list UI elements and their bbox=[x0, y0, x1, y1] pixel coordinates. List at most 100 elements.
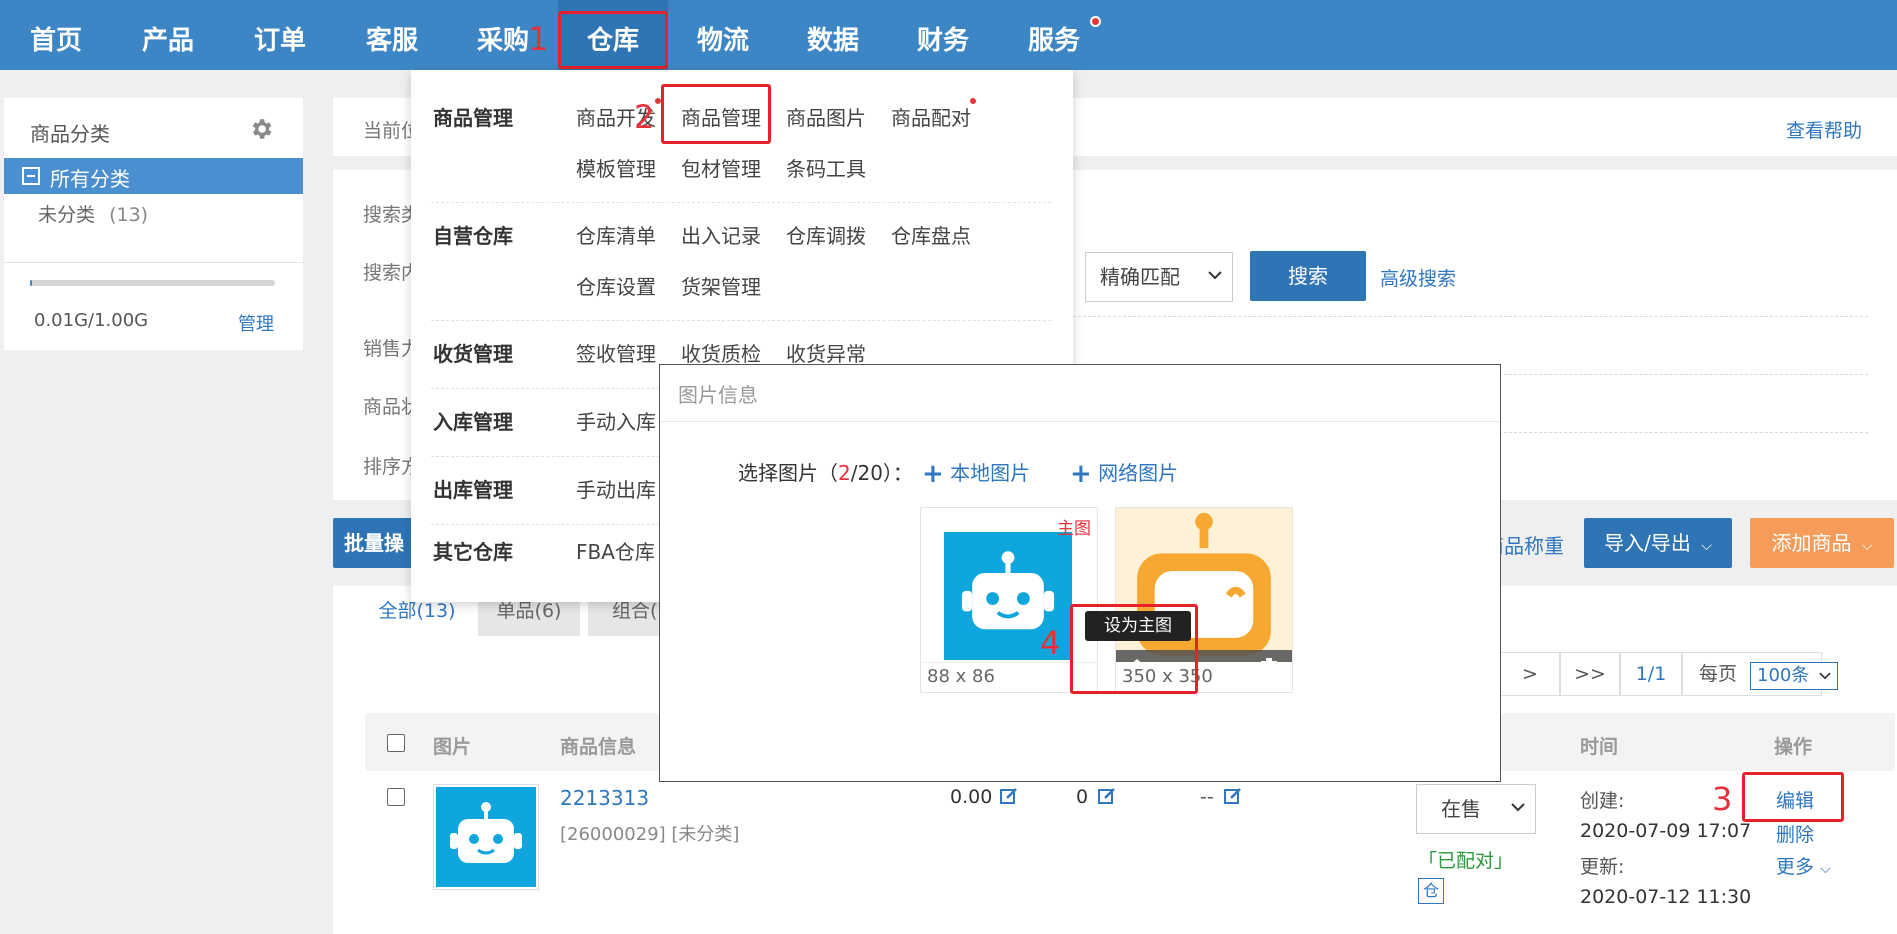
edit-icon[interactable] bbox=[1098, 787, 1116, 805]
row-updated-time: 2020-07-12 11:30 bbox=[1580, 886, 1752, 908]
row-extra: -- bbox=[1200, 786, 1242, 808]
modal-divider bbox=[660, 421, 1500, 422]
row-stock: 0 bbox=[1076, 786, 1116, 808]
row-more-link[interactable]: 更多 ⌵ bbox=[1776, 852, 1831, 879]
nav-home[interactable]: 首页 bbox=[0, 0, 112, 70]
new-dot bbox=[970, 98, 976, 104]
highlight-box-goods-manage bbox=[661, 84, 771, 144]
menu-item-warehouse-settings[interactable]: 仓库设置 bbox=[576, 271, 656, 300]
gear-icon[interactable] bbox=[248, 116, 274, 142]
per-page-select[interactable]: 100条 bbox=[1750, 662, 1838, 690]
menu-item-transfer[interactable]: 仓库调拨 bbox=[786, 220, 866, 249]
import-export-button[interactable]: 导入/导出 ⌵ bbox=[1584, 518, 1732, 568]
menu-item-fba[interactable]: FBA仓库 bbox=[576, 536, 655, 565]
annotation-1: 1 bbox=[528, 20, 549, 58]
top-nav: 首页 产品 订单 客服 采购 仓库 物流 数据 财务 服务 bbox=[0, 0, 1897, 70]
menu-item-receiving-exception[interactable]: 收货异常 bbox=[786, 338, 866, 367]
warehouse-tag-icon[interactable]: 仓 bbox=[1418, 878, 1444, 904]
category-all[interactable]: 所有分类 bbox=[4, 158, 303, 194]
annotation-3: 3 bbox=[1712, 780, 1733, 818]
chevron-down-icon: ⌵ bbox=[1820, 861, 1831, 877]
menu-item-shelves[interactable]: 货架管理 bbox=[681, 271, 761, 300]
import-export-label: 导入/导出 bbox=[1604, 531, 1691, 555]
storage-panel bbox=[4, 262, 303, 350]
highlight-box-warehouse bbox=[558, 11, 668, 69]
nav-service[interactable]: 客服 bbox=[336, 0, 448, 70]
row-updated-label: 更新: bbox=[1580, 856, 1625, 878]
select-images-count: 2 bbox=[838, 461, 851, 485]
menu-item-templates[interactable]: 模板管理 bbox=[576, 153, 656, 182]
edit-icon[interactable] bbox=[1000, 787, 1018, 805]
annotation-2: 2 bbox=[634, 98, 655, 136]
chevron-down-icon bbox=[1819, 672, 1831, 680]
menu-group-receiving: 收货管理 bbox=[433, 342, 513, 366]
category-title: 商品分类 bbox=[30, 122, 110, 146]
nav-services[interactable]: 服务 bbox=[998, 0, 1110, 70]
nav-products[interactable]: 产品 bbox=[112, 0, 224, 70]
storage-manage-link[interactable]: 管理 bbox=[238, 310, 274, 336]
menu-item-stocktake[interactable]: 仓库盘点 bbox=[891, 220, 971, 249]
category-all-label: 所有分类 bbox=[50, 167, 130, 191]
nav-logistics[interactable]: 物流 bbox=[668, 0, 778, 70]
chevron-down-icon bbox=[1208, 271, 1222, 280]
network-image-label: 网络图片 bbox=[1098, 461, 1179, 485]
header-image: 图片 bbox=[433, 736, 472, 758]
select-images-total: /20）： bbox=[850, 461, 913, 485]
row-delete-link[interactable]: 删除 bbox=[1776, 820, 1814, 847]
batch-ops-button[interactable]: 批量操 bbox=[333, 518, 415, 568]
row-created-label: 创建: bbox=[1580, 790, 1625, 812]
advanced-search-link[interactable]: 高级搜索 bbox=[1380, 264, 1456, 291]
menu-item-goods-images[interactable]: 商品图片 bbox=[786, 102, 866, 131]
row-more-label: 更多 bbox=[1776, 856, 1815, 878]
chevron-down-icon: ⌵ bbox=[1861, 538, 1873, 554]
per-page-label: 每页 bbox=[1699, 663, 1738, 685]
search-button[interactable]: 搜索 bbox=[1250, 251, 1366, 301]
row-paired-badge: 「已配对」 bbox=[1418, 850, 1514, 872]
header-ops: 操作 bbox=[1774, 736, 1813, 758]
notification-dot bbox=[1090, 16, 1101, 27]
pager-next[interactable]: > bbox=[1500, 652, 1560, 696]
nav-orders[interactable]: 订单 bbox=[224, 0, 336, 70]
local-image-label: 本地图片 bbox=[950, 461, 1031, 485]
edit-icon[interactable] bbox=[1223, 787, 1242, 805]
weigh-goods-link[interactable]: 商品称重 bbox=[1490, 530, 1564, 559]
network-image-button[interactable]: + 网络图片 bbox=[1070, 457, 1178, 489]
menu-item-manual-inbound[interactable]: 手动入库 bbox=[576, 406, 656, 435]
row-sku-link[interactable]: 2213313 bbox=[560, 786, 649, 810]
row-status-select[interactable]: 在售 bbox=[1416, 784, 1536, 834]
menu-item-barcode[interactable]: 条码工具 bbox=[786, 153, 866, 182]
pager-current: 1/1 bbox=[1620, 652, 1682, 696]
highlight-box-edit bbox=[1742, 772, 1844, 822]
row-thumbnail[interactable] bbox=[433, 784, 539, 890]
local-image-button[interactable]: + 本地图片 bbox=[922, 457, 1030, 489]
nav-finance[interactable]: 财务 bbox=[888, 0, 998, 70]
row-extra-value: -- bbox=[1200, 786, 1214, 808]
menu-group-inbound: 入库管理 bbox=[433, 410, 513, 434]
header-time: 时间 bbox=[1580, 736, 1619, 758]
row-price: 0.00 bbox=[950, 786, 1018, 808]
plus-icon: + bbox=[922, 459, 944, 489]
match-mode-select[interactable]: 精确匹配 bbox=[1085, 252, 1233, 302]
row-checkbox[interactable] bbox=[387, 788, 405, 806]
menu-item-sign-receipt[interactable]: 签收管理 bbox=[576, 338, 656, 367]
image-info-modal: 图片信息 选择图片（2/20）： + 本地图片 + 网络图片 主图 88 x 8… bbox=[659, 364, 1501, 782]
add-goods-button[interactable]: 添加商品 ⌵ bbox=[1750, 518, 1894, 568]
pager-last[interactable]: >> bbox=[1560, 652, 1620, 696]
match-mode-value: 精确匹配 bbox=[1100, 265, 1180, 289]
nav-data[interactable]: 数据 bbox=[778, 0, 888, 70]
menu-item-qc[interactable]: 收货质检 bbox=[681, 338, 761, 367]
collapse-icon[interactable] bbox=[22, 167, 40, 185]
select-all-checkbox[interactable] bbox=[387, 734, 405, 752]
help-link[interactable]: 查看帮助 bbox=[1786, 116, 1862, 143]
menu-item-packaging[interactable]: 包材管理 bbox=[681, 153, 761, 182]
menu-item-io-records[interactable]: 出入记录 bbox=[681, 220, 761, 249]
add-goods-label: 添加商品 bbox=[1771, 531, 1852, 555]
robot-icon bbox=[436, 787, 536, 887]
menu-group-outbound: 出库管理 bbox=[433, 478, 513, 502]
storage-bar-fill bbox=[30, 280, 33, 286]
category-uncategorized[interactable]: 未分类 (13) bbox=[38, 200, 148, 227]
menu-item-goods-pairing[interactable]: 商品配对 bbox=[891, 102, 971, 131]
menu-item-manual-outbound[interactable]: 手动出库 bbox=[576, 474, 656, 503]
menu-item-warehouse-list[interactable]: 仓库清单 bbox=[576, 220, 656, 249]
row-status-value: 在售 bbox=[1441, 797, 1481, 821]
